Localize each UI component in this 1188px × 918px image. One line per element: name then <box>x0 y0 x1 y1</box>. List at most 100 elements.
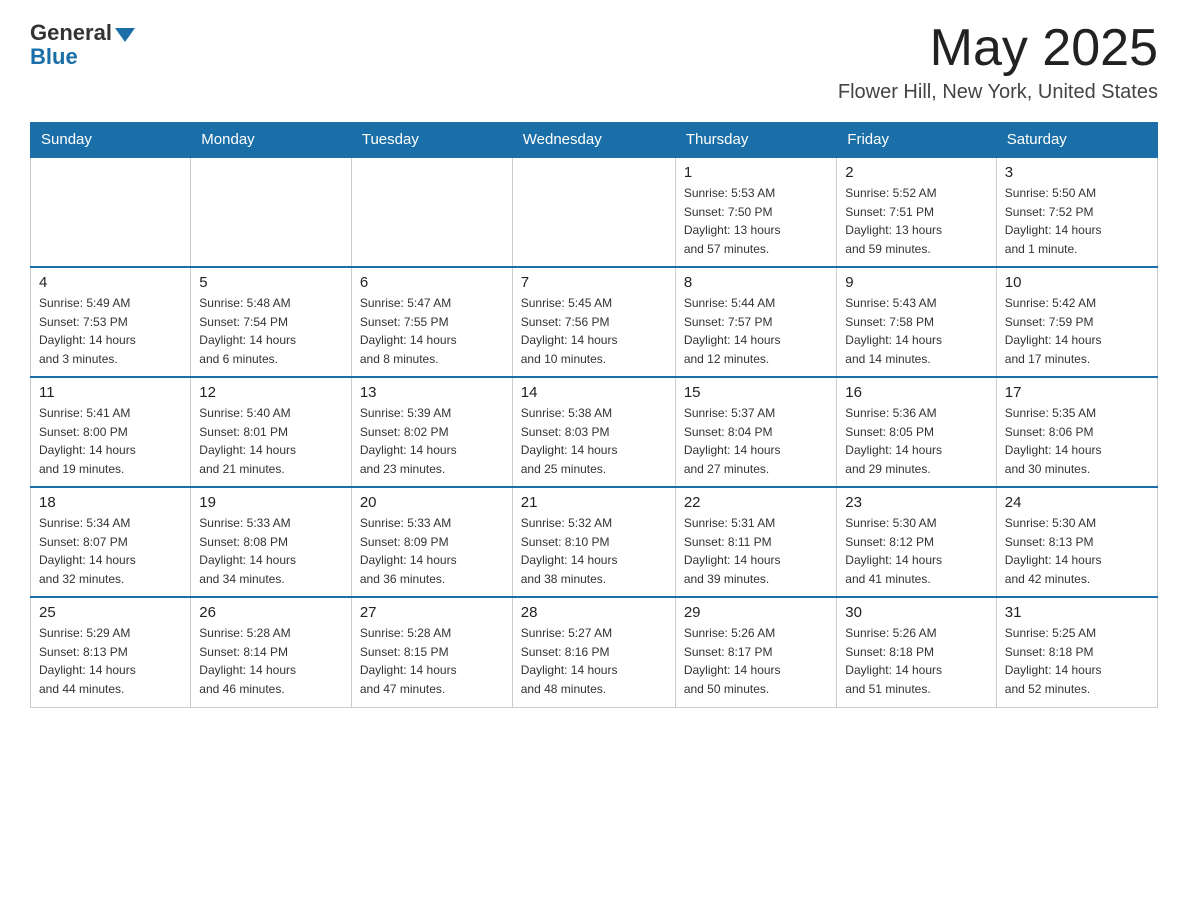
day-number: 28 <box>521 604 667 621</box>
logo-blue-text: Blue <box>30 44 78 70</box>
day-info: Sunrise: 5:44 AMSunset: 7:57 PMDaylight:… <box>684 294 828 368</box>
calendar-header-friday: Friday <box>837 123 996 158</box>
calendar-cell <box>512 157 675 267</box>
week-row-5: 25Sunrise: 5:29 AMSunset: 8:13 PMDayligh… <box>31 597 1158 707</box>
day-info: Sunrise: 5:47 AMSunset: 7:55 PMDaylight:… <box>360 294 504 368</box>
day-info: Sunrise: 5:49 AMSunset: 7:53 PMDaylight:… <box>39 294 182 368</box>
calendar-cell: 29Sunrise: 5:26 AMSunset: 8:17 PMDayligh… <box>675 597 836 707</box>
calendar-cell: 10 Sunrise: 5:42 AMSunset: 7:59 PMDayligh… <box>996 267 1157 377</box>
calendar-table: SundayMondayTuesdayWednesdayThursdayFrid… <box>30 122 1158 708</box>
day-number: 8 <box>684 274 828 291</box>
day-info: Sunrise: 5:28 AMSunset: 8:14 PMDaylight:… <box>199 624 343 698</box>
calendar-header-tuesday: Tuesday <box>351 123 512 158</box>
day-number: 23 <box>845 494 987 511</box>
calendar-cell: 20 Sunrise: 5:33 AMSunset: 8:09 PMDayligh… <box>351 487 512 597</box>
calendar-cell: 11 Sunrise: 5:41 AMSunset: 8:00 PMDayligh… <box>31 377 191 487</box>
day-info: Sunrise: 5:40 AMSunset: 8:01 PMDaylight:… <box>199 404 343 478</box>
day-info: Sunrise: 5:52 AMSunset: 7:51 PMDaylight:… <box>845 184 987 258</box>
calendar-cell: 12 Sunrise: 5:40 AMSunset: 8:01 PMDayligh… <box>191 377 352 487</box>
calendar-header-sunday: Sunday <box>31 123 191 158</box>
day-number: 14 <box>521 384 667 401</box>
calendar-cell <box>191 157 352 267</box>
day-info: Sunrise: 5:28 AMSunset: 8:15 PMDaylight:… <box>360 624 504 698</box>
location-label: Flower Hill, New York, United States <box>838 81 1158 104</box>
day-number: 31 <box>1005 604 1149 621</box>
calendar-cell: 16 Sunrise: 5:36 AMSunset: 8:05 PMDayligh… <box>837 377 996 487</box>
day-info: Sunrise: 5:39 AMSunset: 8:02 PMDaylight:… <box>360 404 504 478</box>
calendar-cell: 2 Sunrise: 5:52 AMSunset: 7:51 PMDaylight… <box>837 157 996 267</box>
day-number: 22 <box>684 494 828 511</box>
calendar-header-row: SundayMondayTuesdayWednesdayThursdayFrid… <box>31 123 1158 158</box>
day-info: Sunrise: 5:53 AMSunset: 7:50 PMDaylight:… <box>684 184 828 258</box>
logo-arrow-icon <box>115 28 135 42</box>
calendar-header-thursday: Thursday <box>675 123 836 158</box>
day-info: Sunrise: 5:38 AMSunset: 8:03 PMDaylight:… <box>521 404 667 478</box>
calendar-cell: 19 Sunrise: 5:33 AMSunset: 8:08 PMDayligh… <box>191 487 352 597</box>
day-info: Sunrise: 5:50 AMSunset: 7:52 PMDaylight:… <box>1005 184 1149 258</box>
day-info: Sunrise: 5:33 AMSunset: 8:09 PMDaylight:… <box>360 514 504 588</box>
day-number: 11 <box>39 384 182 401</box>
day-number: 12 <box>199 384 343 401</box>
day-info: Sunrise: 5:33 AMSunset: 8:08 PMDaylight:… <box>199 514 343 588</box>
day-number: 2 <box>845 164 987 181</box>
day-info: Sunrise: 5:34 AMSunset: 8:07 PMDaylight:… <box>39 514 182 588</box>
day-info: Sunrise: 5:25 AMSunset: 8:18 PMDaylight:… <box>1005 624 1149 698</box>
logo: General Blue <box>30 20 135 70</box>
calendar-cell: 27 Sunrise: 5:28 AMSunset: 8:15 PMDayligh… <box>351 597 512 707</box>
day-number: 27 <box>360 604 504 621</box>
day-number: 30 <box>845 604 987 621</box>
calendar-cell: 21 Sunrise: 5:32 AMSunset: 8:10 PMDayligh… <box>512 487 675 597</box>
calendar-cell: 6 Sunrise: 5:47 AMSunset: 7:55 PMDaylight… <box>351 267 512 377</box>
calendar-cell: 15Sunrise: 5:37 AMSunset: 8:04 PMDayligh… <box>675 377 836 487</box>
day-number: 29 <box>684 604 828 621</box>
calendar-cell: 1 Sunrise: 5:53 AMSunset: 7:50 PMDaylight… <box>675 157 836 267</box>
calendar-cell: 31 Sunrise: 5:25 AMSunset: 8:18 PMDayligh… <box>996 597 1157 707</box>
day-info: Sunrise: 5:45 AMSunset: 7:56 PMDaylight:… <box>521 294 667 368</box>
day-number: 19 <box>199 494 343 511</box>
day-number: 9 <box>845 274 987 291</box>
title-section: May 2025 Flower Hill, New York, United S… <box>838 20 1158 104</box>
calendar-cell: 18Sunrise: 5:34 AMSunset: 8:07 PMDayligh… <box>31 487 191 597</box>
calendar-cell: 13Sunrise: 5:39 AMSunset: 8:02 PMDayligh… <box>351 377 512 487</box>
calendar-header-monday: Monday <box>191 123 352 158</box>
page-header: General Blue May 2025 Flower Hill, New Y… <box>30 20 1158 104</box>
day-number: 6 <box>360 274 504 291</box>
day-info: Sunrise: 5:29 AMSunset: 8:13 PMDaylight:… <box>39 624 182 698</box>
day-info: Sunrise: 5:36 AMSunset: 8:05 PMDaylight:… <box>845 404 987 478</box>
calendar-cell: 23 Sunrise: 5:30 AMSunset: 8:12 PMDayligh… <box>837 487 996 597</box>
day-info: Sunrise: 5:32 AMSunset: 8:10 PMDaylight:… <box>521 514 667 588</box>
day-info: Sunrise: 5:37 AMSunset: 8:04 PMDaylight:… <box>684 404 828 478</box>
calendar-cell: 25Sunrise: 5:29 AMSunset: 8:13 PMDayligh… <box>31 597 191 707</box>
calendar-cell: 26Sunrise: 5:28 AMSunset: 8:14 PMDayligh… <box>191 597 352 707</box>
day-info: Sunrise: 5:43 AMSunset: 7:58 PMDaylight:… <box>845 294 987 368</box>
day-info: Sunrise: 5:42 AMSunset: 7:59 PMDaylight:… <box>1005 294 1149 368</box>
day-info: Sunrise: 5:26 AMSunset: 8:18 PMDaylight:… <box>845 624 987 698</box>
calendar-cell: 3 Sunrise: 5:50 AMSunset: 7:52 PMDaylight… <box>996 157 1157 267</box>
calendar-header-wednesday: Wednesday <box>512 123 675 158</box>
day-number: 20 <box>360 494 504 511</box>
day-number: 24 <box>1005 494 1149 511</box>
day-info: Sunrise: 5:27 AMSunset: 8:16 PMDaylight:… <box>521 624 667 698</box>
calendar-cell: 8 Sunrise: 5:44 AMSunset: 7:57 PMDaylight… <box>675 267 836 377</box>
day-number: 5 <box>199 274 343 291</box>
calendar-cell: 24 Sunrise: 5:30 AMSunset: 8:13 PMDayligh… <box>996 487 1157 597</box>
day-number: 3 <box>1005 164 1149 181</box>
calendar-cell <box>351 157 512 267</box>
day-info: Sunrise: 5:30 AMSunset: 8:12 PMDaylight:… <box>845 514 987 588</box>
calendar-cell: 14 Sunrise: 5:38 AMSunset: 8:03 PMDayligh… <box>512 377 675 487</box>
day-info: Sunrise: 5:35 AMSunset: 8:06 PMDaylight:… <box>1005 404 1149 478</box>
day-number: 17 <box>1005 384 1149 401</box>
day-info: Sunrise: 5:41 AMSunset: 8:00 PMDaylight:… <box>39 404 182 478</box>
day-info: Sunrise: 5:30 AMSunset: 8:13 PMDaylight:… <box>1005 514 1149 588</box>
day-number: 10 <box>1005 274 1149 291</box>
day-number: 1 <box>684 164 828 181</box>
day-number: 4 <box>39 274 182 291</box>
day-info: Sunrise: 5:31 AMSunset: 8:11 PMDaylight:… <box>684 514 828 588</box>
week-row-4: 18Sunrise: 5:34 AMSunset: 8:07 PMDayligh… <box>31 487 1158 597</box>
day-info: Sunrise: 5:48 AMSunset: 7:54 PMDaylight:… <box>199 294 343 368</box>
day-number: 21 <box>521 494 667 511</box>
day-number: 16 <box>845 384 987 401</box>
week-row-2: 4 Sunrise: 5:49 AMSunset: 7:53 PMDaylight… <box>31 267 1158 377</box>
logo-general-text: General <box>30 20 112 46</box>
calendar-cell: 22 Sunrise: 5:31 AMSunset: 8:11 PMDayligh… <box>675 487 836 597</box>
